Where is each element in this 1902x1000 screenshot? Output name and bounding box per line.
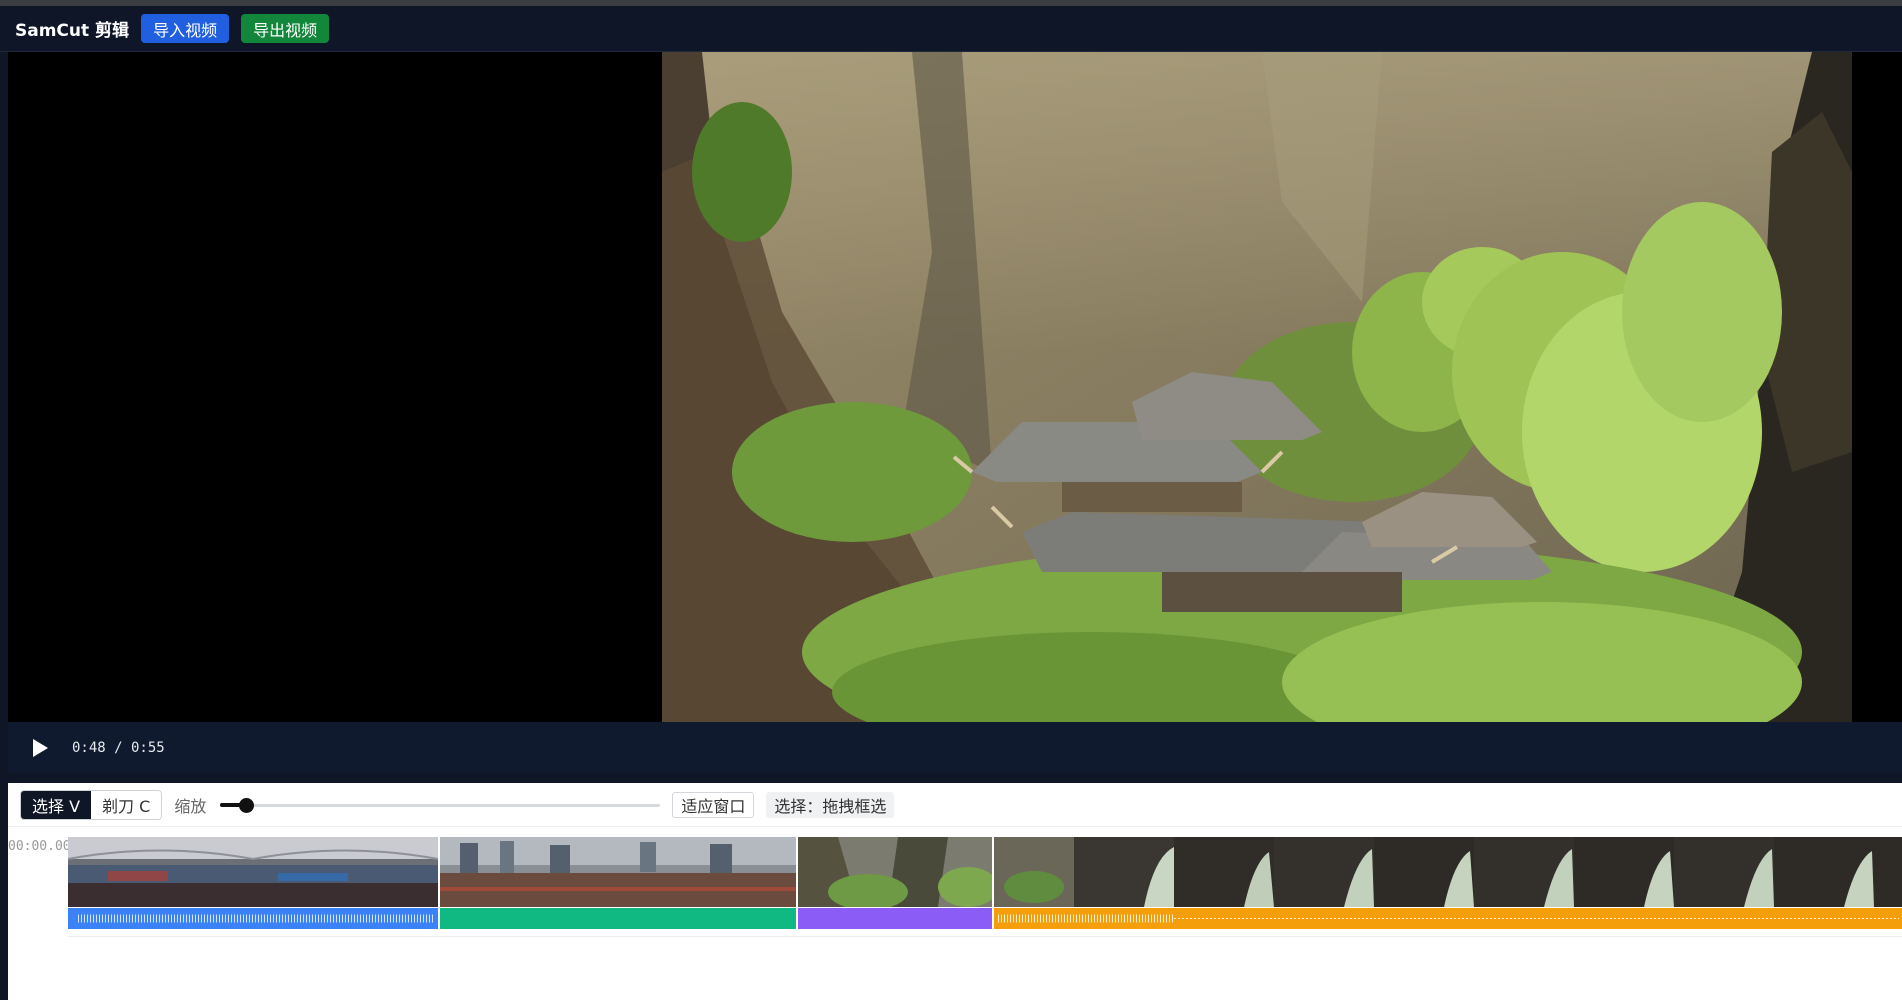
app-title: SamCut 剪辑 (15, 21, 130, 41)
razor-tool-button[interactable]: 剃刀 C (91, 790, 162, 819)
panel-divider (0, 773, 1902, 783)
clip-3-thumbnails (798, 837, 992, 907)
player-controls: 0:48 / 0:55 (8, 722, 1902, 773)
clip-3[interactable] (798, 837, 992, 929)
zoom-slider-handle[interactable] (239, 797, 255, 813)
app-header: SamCut 剪辑 导入视频 导出视频 (0, 6, 1902, 52)
play-button[interactable] (28, 736, 52, 760)
clip-4-thumbnails (994, 837, 1902, 907)
zoom-slider[interactable] (220, 795, 661, 815)
tool-group: 选择 V 剃刀 C (20, 789, 163, 820)
clip-2-thumbnails (440, 837, 796, 907)
clip-2-bar (440, 908, 796, 929)
clip-1[interactable] (68, 837, 438, 929)
import-video-button[interactable]: 导入视频 (141, 14, 230, 43)
clip-1-thumbnails (68, 837, 438, 907)
video-preview[interactable] (8, 52, 1902, 722)
selection-mode-hint: 选择：拖拽框选 (766, 791, 895, 818)
select-tool-button[interactable]: 选择 V (21, 790, 92, 819)
clip-3-bar (798, 908, 992, 929)
fit-window-button[interactable]: 适应窗口 (672, 791, 755, 818)
export-video-button[interactable]: 导出视频 (241, 14, 330, 43)
video-track (68, 837, 1902, 937)
clip-4-audio-bar (994, 908, 1902, 929)
time-display: 0:48 / 0:55 (72, 739, 165, 756)
video-frame (662, 52, 1852, 722)
clip-2[interactable] (440, 837, 796, 929)
zoom-slider-rail (220, 803, 661, 807)
clip-1-audio-bar (68, 908, 438, 929)
zoom-label: 缩放 (174, 796, 207, 816)
play-icon (33, 738, 48, 757)
timeline-toolbar: 选择 V 剃刀 C 缩放 适应窗口 选择：拖拽框选 (8, 783, 1902, 827)
clip-4[interactable] (994, 837, 1902, 929)
timeline-editor: 选择 V 剃刀 C 缩放 适应窗口 选择：拖拽框选 00:00.00 (8, 783, 1902, 1000)
ruler-start-time: 00:00.00 (8, 839, 68, 854)
